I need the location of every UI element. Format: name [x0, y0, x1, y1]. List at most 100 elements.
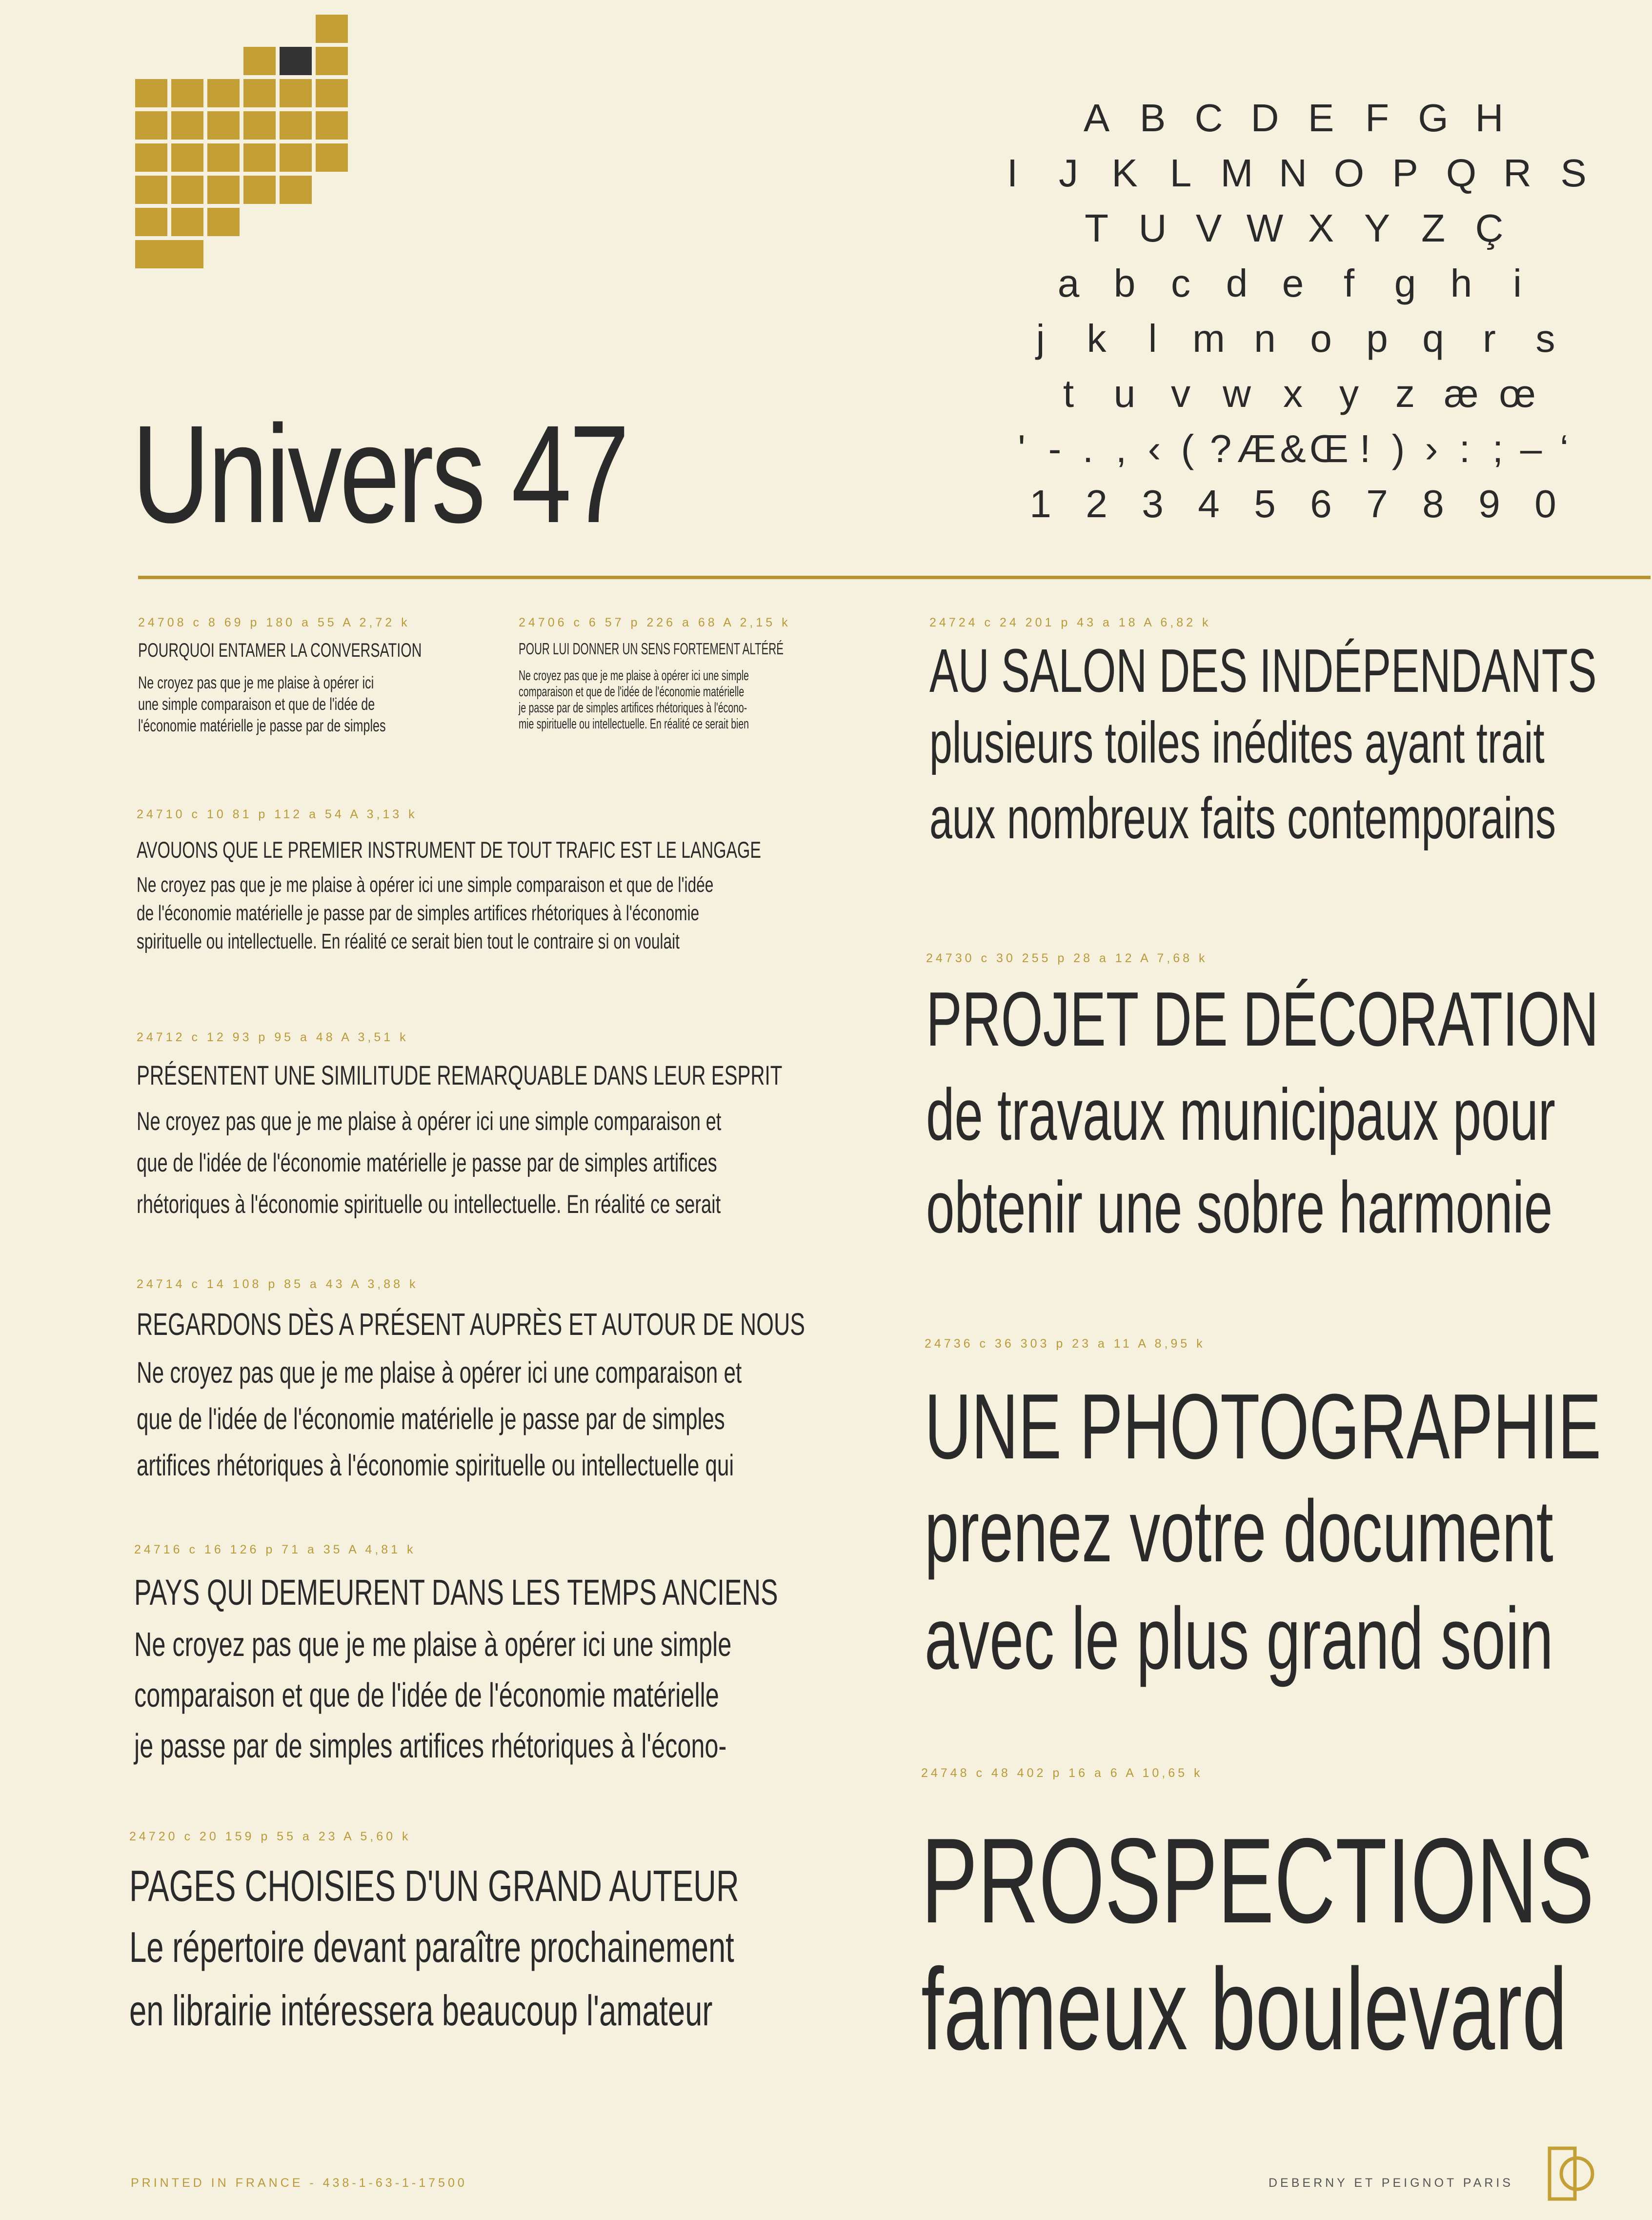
glyph: w	[1223, 372, 1251, 415]
specimen-heading: REGARDONS DÈS A PRÉSENT AUPRÈS ET AUTOUR…	[137, 1307, 805, 1342]
glyph: L	[1169, 151, 1192, 195]
glyph: 2	[1086, 482, 1108, 525]
specimen-line: Le répertoire devant paraître prochainem…	[129, 1923, 734, 1971]
page-title: Univers 47	[132, 397, 629, 552]
specimen-line: l'économie matérielle je passe par de si…	[138, 716, 386, 735]
logo-square	[207, 176, 240, 204]
glyph: !	[1359, 427, 1371, 470]
charset-row: IJKLMNOPQRS	[976, 145, 1610, 201]
glyph: F	[1365, 96, 1389, 140]
specimen-line: Ne croyez pas que je me plaise à opérer …	[137, 1356, 742, 1389]
specimen-c36: 24736 c 36 303 p 23 a 11 A 8,95 k UNE PH…	[925, 1337, 1652, 1693]
logo-square	[207, 143, 240, 172]
glyph: (	[1181, 427, 1194, 470]
glyph: x	[1283, 372, 1303, 415]
specimen-line: avec le plus grand soin	[925, 1590, 1553, 1688]
glyph: ?	[1209, 427, 1232, 470]
logo-square	[280, 111, 312, 140]
specimen-line: fameux boulevard	[921, 1945, 1568, 2074]
specimen-meta: 24710 c 10 81 p 112 a 54 A 3,13 k	[137, 807, 418, 821]
glyph: M	[1220, 151, 1253, 195]
specimen-line: spirituelle ou intellectuelle. En réalit…	[137, 929, 680, 953]
logo-square	[316, 15, 348, 43]
glyph: T	[1085, 206, 1108, 250]
logo-square	[207, 79, 240, 107]
logo-square	[135, 176, 167, 204]
glyph: A	[1083, 96, 1110, 140]
logo-square	[171, 111, 203, 140]
logo-square	[280, 47, 312, 75]
logo-square	[135, 79, 167, 107]
specimen-meta: 24724 c 24 201 p 43 a 18 A 6,82 k	[929, 616, 1211, 629]
glyph: )	[1391, 427, 1405, 470]
specimen-line: en librairie intéressera beaucoup l'amat…	[129, 1986, 713, 2035]
logo-square	[135, 111, 167, 140]
glyph: æ	[1444, 372, 1479, 415]
charset-row: ' -., ‹ (? Æ & Œ!) ›:; – ‘	[976, 421, 1610, 476]
glyph: ›	[1425, 427, 1438, 470]
glyph: Z	[1421, 206, 1445, 250]
foundry-mark-icon	[1548, 2146, 1594, 2201]
specimen-line: comparaison et que de l'idée de l'économ…	[519, 684, 745, 700]
logo-square	[243, 111, 276, 140]
specimen-heading: AU SALON DES INDÉPENDANTS	[929, 636, 1597, 705]
glyph: 7	[1366, 482, 1388, 525]
logo-square	[280, 143, 312, 172]
logo-square	[171, 79, 203, 107]
specimen-c12: 24712 c 12 93 p 95 a 48 A 3,51 k PRÉSENT…	[137, 1030, 1033, 1225]
glyph: z	[1395, 372, 1415, 415]
glyph: ‹	[1148, 427, 1161, 470]
glyph: H	[1475, 96, 1504, 140]
logo-square	[316, 47, 348, 75]
specimen-meta: 24706 c 6 57 p 226 a 68 A 2,15 k	[519, 616, 791, 629]
specimen-heading: UNE PHOTOGRAPHIE	[925, 1375, 1601, 1478]
glyph: W	[1246, 206, 1284, 250]
specimen-c20: 24720 c 20 159 p 55 a 23 A 5,60 k PAGES …	[129, 1830, 976, 2042]
glyph: u	[1113, 372, 1136, 415]
glyph: h	[1450, 262, 1472, 305]
specimen-meta: 24748 c 48 402 p 16 a 6 A 10,65 k	[921, 1766, 1203, 1780]
glyph: D	[1250, 96, 1279, 140]
glyph: C	[1194, 96, 1223, 140]
charset-row: TUVWXYZÇ	[976, 201, 1610, 256]
specimen-line: Ne croyez pas que je me plaise à opérer …	[519, 668, 749, 684]
glyph: 8	[1422, 482, 1444, 525]
glyph: 6	[1310, 482, 1332, 525]
logo-square	[135, 208, 167, 236]
glyph: r	[1483, 317, 1496, 360]
logo-square	[316, 79, 348, 107]
glyph: -	[1048, 427, 1062, 470]
charset-row: tuvwxyzæœ	[976, 366, 1610, 421]
glyph: 5	[1254, 482, 1276, 525]
glyph: s	[1535, 317, 1555, 360]
specimen-meta: 24730 c 30 255 p 28 a 12 A 7,68 k	[926, 951, 1208, 965]
specimen-line: rhétoriques à l'économie spirituelle ou …	[137, 1190, 721, 1219]
glyph: U	[1138, 206, 1167, 250]
glyph: &	[1280, 427, 1306, 470]
glyph: p	[1366, 317, 1388, 360]
glyph: S	[1560, 151, 1587, 195]
specimen-line: Ne croyez pas que je me plaise à opérer …	[137, 1107, 722, 1136]
specimen-line: Ne croyez pas que je me plaise à opérer …	[134, 1625, 732, 1663]
logo-square	[243, 143, 276, 172]
divider-rule	[138, 576, 1651, 579]
glyph: N	[1279, 151, 1307, 195]
specimen-heading: PROSPECTIONS	[921, 1813, 1594, 1948]
charset-row: 1234567890	[976, 476, 1610, 531]
glyph: 4	[1198, 482, 1220, 525]
glyph: –	[1520, 427, 1542, 470]
glyph: Æ	[1237, 427, 1276, 470]
specimen-line: Ne croyez pas que je me plaise à opérer …	[138, 673, 374, 692]
logo-square	[316, 111, 348, 140]
charset-row: ABCDEFGH	[976, 90, 1610, 145]
specimen-line: aux nombreux faits contemporains	[929, 786, 1556, 851]
logo-square	[243, 79, 276, 107]
glyph: J	[1059, 151, 1078, 195]
specimen-line: je passe par de simples artifices rhétor…	[519, 700, 747, 716]
glyph: a	[1057, 262, 1080, 305]
specimen-heading: POUR LUI DONNER UN SENS FORTEMENT ALTÉRÉ	[519, 640, 784, 658]
glyph: i	[1513, 262, 1522, 305]
charset-row: abcdefghi	[976, 256, 1610, 311]
specimen-line: que de l'idée de l'économie matérielle j…	[137, 1402, 725, 1435]
glyph: ‘	[1560, 427, 1569, 470]
